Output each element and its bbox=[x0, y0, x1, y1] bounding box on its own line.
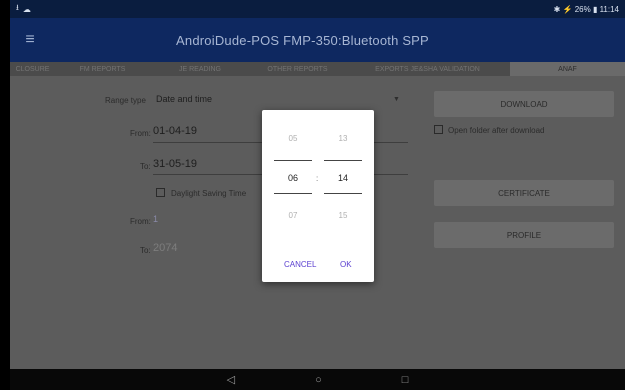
to2-field[interactable]: 2074 bbox=[153, 242, 177, 254]
range-type-value[interactable]: Date and time bbox=[156, 94, 212, 104]
tab-anaf[interactable]: ANAF bbox=[510, 62, 625, 76]
dst-checkbox[interactable] bbox=[156, 188, 165, 197]
range-type-label: Range type bbox=[105, 96, 146, 105]
from2-field[interactable]: 1 bbox=[153, 214, 158, 224]
hour-selected[interactable]: 06 bbox=[273, 173, 313, 183]
status-right: ✱ ⚡ 26% ▮ 11:14 bbox=[553, 4, 619, 14]
app-title: AndroiDude-POS FMP-350:Bluetooth SPP bbox=[176, 32, 429, 48]
usb-icon: ⭳ bbox=[16, 3, 19, 12]
tab-je-reading[interactable]: JE READING bbox=[150, 62, 250, 76]
dst-label: Daylight Saving Time bbox=[171, 189, 247, 198]
open-folder-checkbox[interactable] bbox=[434, 125, 443, 134]
menu-icon[interactable]: ≡ bbox=[10, 18, 50, 62]
hour-bottom-divider bbox=[274, 193, 312, 194]
recent-apps-icon[interactable]: □ bbox=[402, 374, 409, 386]
tab-other-reports[interactable]: OTHER REPORTS bbox=[250, 62, 345, 76]
dropdown-arrow-icon[interactable]: ▼ bbox=[393, 96, 400, 103]
tab-bar: CLOSURE FM REPORTS JE READING OTHER REPO… bbox=[10, 62, 625, 76]
home-icon[interactable]: ○ bbox=[315, 374, 322, 386]
tab-exports[interactable]: EXPORTS JE&SHA VALIDATION bbox=[345, 62, 510, 76]
cancel-button[interactable]: CANCEL bbox=[284, 260, 316, 269]
certificate-button[interactable]: CERTIFICATE bbox=[434, 180, 614, 206]
hour-top-divider bbox=[274, 160, 312, 161]
ok-button[interactable]: OK bbox=[340, 260, 352, 269]
app-bar: ≡ AndroiDude-POS FMP-350:Bluetooth SPP bbox=[10, 18, 625, 62]
cloud-icon: ☁ bbox=[22, 4, 31, 14]
download-button[interactable]: DOWNLOAD bbox=[434, 91, 614, 117]
back-icon[interactable]: ◁ bbox=[227, 373, 235, 386]
status-bar: ⭳ ☁ ✱ ⚡ 26% ▮ 11:14 bbox=[10, 0, 625, 18]
time-separator: : bbox=[316, 174, 319, 183]
tab-closure[interactable]: CLOSURE bbox=[10, 62, 55, 76]
to-date-field[interactable]: 31-05-19 bbox=[153, 158, 197, 170]
minute-bottom-divider bbox=[324, 193, 362, 194]
status-left: ⭳ ☁ bbox=[16, 2, 31, 16]
navigation-bar: ◁ ○ □ bbox=[10, 369, 625, 390]
minute-next[interactable]: 15 bbox=[323, 211, 363, 220]
from-label: From: bbox=[130, 129, 151, 138]
to2-label: To: bbox=[140, 246, 151, 255]
minute-selected[interactable]: 14 bbox=[323, 173, 363, 183]
to-label: To: bbox=[140, 162, 151, 171]
time-picker-dialog: 05 13 06 : 14 07 15 CANCEL OK bbox=[262, 110, 374, 282]
hour-next[interactable]: 07 bbox=[273, 211, 313, 220]
open-folder-label: Open folder after download bbox=[448, 126, 545, 135]
hour-prev[interactable]: 05 bbox=[273, 134, 313, 143]
tab-fm-reports[interactable]: FM REPORTS bbox=[55, 62, 150, 76]
minute-prev[interactable]: 13 bbox=[323, 134, 363, 143]
from2-label: From: bbox=[130, 217, 151, 226]
from-date-field[interactable]: 01-04-19 bbox=[153, 125, 197, 137]
profile-button[interactable]: PROFILE bbox=[434, 222, 614, 248]
minute-top-divider bbox=[324, 160, 362, 161]
